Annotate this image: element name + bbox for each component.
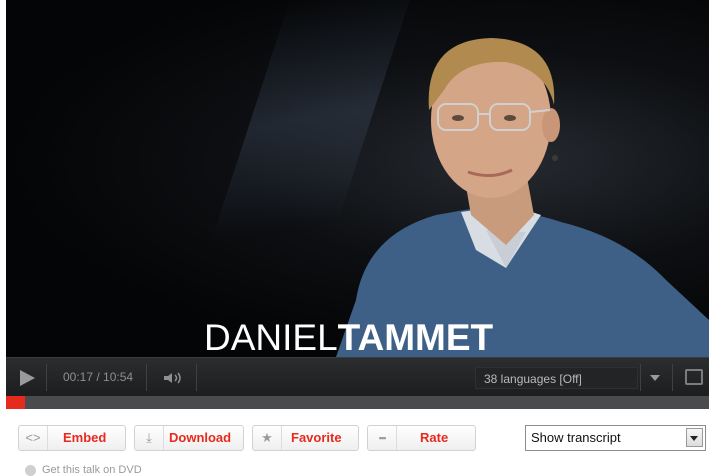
divider	[672, 364, 673, 391]
language-select[interactable]: 38 languages [Off]	[475, 367, 638, 389]
rate-button[interactable]: ▪▪▪ Rate	[367, 425, 476, 451]
favorite-label: Favorite	[291, 430, 342, 445]
divider	[640, 364, 641, 391]
download-label: Download	[169, 430, 232, 445]
play-icon[interactable]	[6, 358, 46, 397]
dvd-link[interactable]: Get this talk on DVD	[42, 464, 142, 476]
transcript-select[interactable]: Show transcript	[525, 425, 706, 451]
embed-label: Embed	[63, 430, 107, 445]
time-display: 00:17 / 10:54	[63, 370, 134, 384]
player-control-bar: 00:17 / 10:54 38 languages [Off]	[6, 357, 709, 397]
favorite-button[interactable]: ★ Favorite	[252, 425, 359, 451]
action-toolbar: <> Embed ⤓ Download ★ Favorite ▪▪▪ Rate …	[0, 409, 709, 476]
speaker-first-name: DANIEL	[204, 317, 338, 357]
progress-fill	[6, 396, 25, 409]
progress-bar[interactable]	[6, 396, 709, 409]
star-icon: ★	[253, 426, 282, 450]
video-frame[interactable]: DANIELTAMMET	[6, 0, 709, 357]
speaker-image	[336, 38, 709, 357]
chevron-down-icon[interactable]	[650, 375, 660, 381]
dvd-icon	[25, 465, 36, 476]
rate-icon: ▪▪▪	[368, 426, 397, 450]
divider	[146, 364, 147, 391]
download-button[interactable]: ⤓ Download	[134, 425, 244, 451]
rate-label: Rate	[420, 430, 449, 445]
speaker-name-overlay: DANIELTAMMET	[204, 316, 564, 357]
fullscreen-icon[interactable]	[685, 369, 703, 385]
embed-icon: <>	[19, 426, 48, 450]
volume-icon[interactable]	[162, 371, 184, 385]
chevron-down-icon[interactable]	[686, 428, 703, 447]
talk-page: DANIELTAMMET 00:17 / 10:54 38 languages …	[0, 0, 709, 476]
download-icon: ⤓	[135, 426, 164, 450]
embed-button[interactable]: <> Embed	[18, 425, 126, 451]
transcript-select-value: Show transcript	[531, 430, 621, 445]
divider	[196, 364, 197, 391]
speaker-last-name: TAMMET	[337, 317, 494, 357]
divider	[46, 364, 47, 391]
